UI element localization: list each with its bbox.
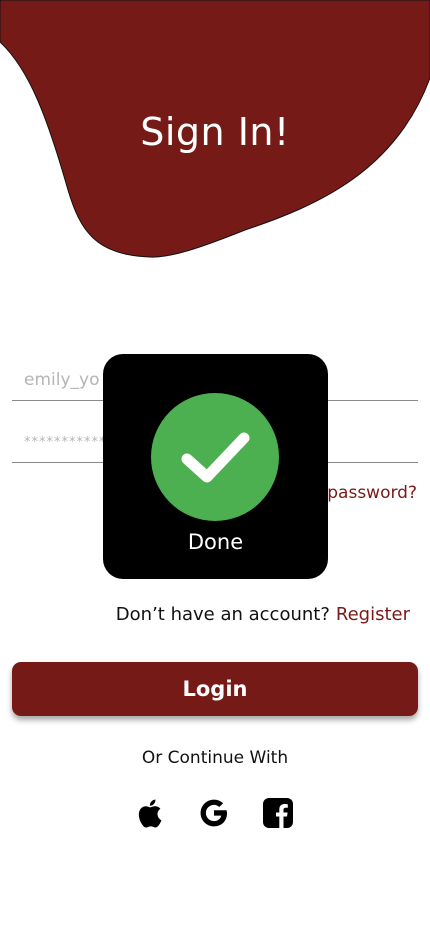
page-title: Sign In! bbox=[140, 110, 290, 154]
apple-icon bbox=[138, 799, 162, 828]
facebook-icon bbox=[263, 798, 293, 828]
google-icon bbox=[200, 799, 227, 827]
google-login-button[interactable] bbox=[196, 795, 232, 831]
register-prompt: Don’t have an account? bbox=[115, 604, 330, 625]
done-dialog: Done bbox=[103, 354, 328, 579]
apple-login-button[interactable] bbox=[133, 795, 169, 831]
login-button[interactable]: Login bbox=[12, 662, 418, 716]
done-label: Done bbox=[187, 530, 244, 554]
checkmark-icon bbox=[181, 432, 250, 483]
register-link[interactable]: Register bbox=[336, 604, 410, 625]
continue-with-label: Or Continue With bbox=[141, 748, 289, 768]
register-row: Don’t have an account? Register bbox=[116, 604, 410, 625]
facebook-login-button[interactable] bbox=[260, 795, 296, 831]
success-circle bbox=[151, 393, 279, 521]
